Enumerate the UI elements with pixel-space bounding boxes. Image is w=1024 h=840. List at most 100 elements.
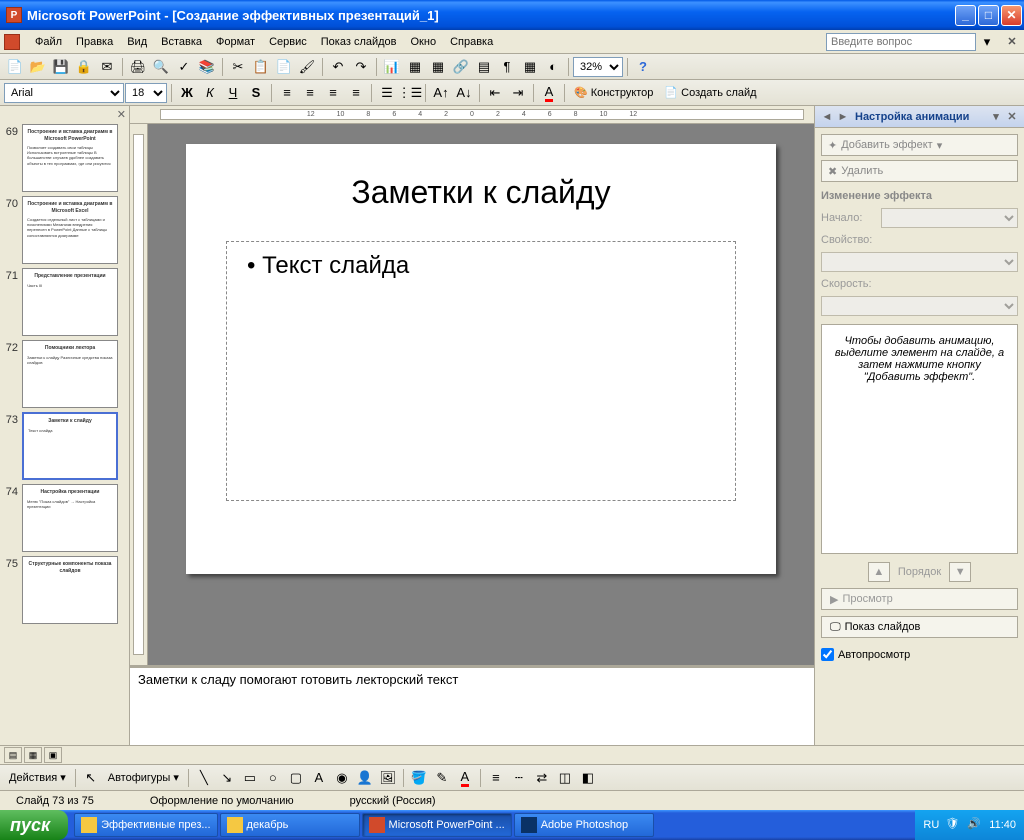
notes-pane[interactable]: Заметки к сладу помогают готовить лектор… [130, 665, 814, 745]
menu-window[interactable]: Окно [404, 34, 444, 50]
bold-button[interactable]: Ж [176, 82, 198, 104]
insert-table-button[interactable]: ▦ [404, 56, 426, 78]
speed-select[interactable] [821, 296, 1018, 316]
menu-file[interactable]: Файл [28, 34, 69, 50]
slideshow-button[interactable]: 🖵 Показ слайдов [821, 616, 1018, 638]
paste-button[interactable]: 📄 [273, 56, 295, 78]
vertical-ruler[interactable] [130, 124, 148, 665]
slide-canvas[interactable]: Заметки к слайду Текст слайда [148, 124, 814, 665]
copy-button[interactable]: 📋 [250, 56, 272, 78]
tray-clock[interactable]: 11:40 [989, 819, 1016, 831]
line-button[interactable]: ╲ [193, 767, 215, 789]
taskbar-app-button[interactable]: Эффективные през... [74, 813, 217, 837]
align-center-button[interactable]: ≡ [299, 82, 321, 104]
research-button[interactable]: 📚 [196, 56, 218, 78]
select-objects-button[interactable]: ↖ [80, 767, 102, 789]
rectangle-button[interactable]: ▭ [239, 767, 261, 789]
remove-effect-button[interactable]: ✖ Удалить [821, 160, 1018, 182]
tray-icon-1[interactable]: 🛡 [945, 817, 961, 833]
print-preview-button[interactable]: 🔍 [150, 56, 172, 78]
show-formatting-button[interactable]: ¶ [496, 56, 518, 78]
task-pane-back-button[interactable]: ◄ [819, 109, 835, 125]
help-search-input[interactable] [826, 33, 976, 51]
menu-edit[interactable]: Правка [69, 34, 120, 50]
slideshow-view-button[interactable]: ▣ [44, 747, 62, 763]
open-button[interactable]: 📂 [27, 56, 49, 78]
font-color-button[interactable]: A [538, 82, 560, 104]
new-button[interactable]: 📄 [4, 56, 26, 78]
new-slide-button[interactable]: 📄 Создать слайд [659, 82, 761, 104]
taskbar-app-button[interactable]: Adobe Photoshop [514, 813, 654, 837]
diagram-button[interactable]: ◉ [331, 767, 353, 789]
align-right-button[interactable]: ≡ [322, 82, 344, 104]
task-pane-forward-button[interactable]: ► [835, 109, 851, 125]
redo-button[interactable]: ↷ [350, 56, 372, 78]
draw-actions-button[interactable]: Действия ▾ [4, 767, 71, 789]
3d-style-button[interactable]: ◧ [577, 767, 599, 789]
help-button[interactable]: ? [632, 56, 654, 78]
line-color-button[interactable]: ✎ [431, 767, 453, 789]
expand-all-button[interactable]: ▤ [473, 56, 495, 78]
language-bar[interactable]: RU [923, 819, 939, 831]
insert-chart-button[interactable]: 📊 [381, 56, 403, 78]
dash-style-button[interactable]: ┄ [508, 767, 530, 789]
permission-button[interactable]: 🔒 [73, 56, 95, 78]
decrease-indent-button[interactable]: ⇤ [484, 82, 506, 104]
taskbar-app-button[interactable]: Microsoft PowerPoint ... [362, 813, 512, 837]
arrow-style-button[interactable]: ⇄ [531, 767, 553, 789]
insert-hyperlink-button[interactable]: 🔗 [450, 56, 472, 78]
window-minimize-button[interactable]: _ [955, 5, 976, 26]
tables-borders-button[interactable]: ▦ [427, 56, 449, 78]
numbering-button[interactable]: ☰ [376, 82, 398, 104]
arrow-button[interactable]: ↘ [216, 767, 238, 789]
email-button[interactable]: ✉ [96, 56, 118, 78]
design-button[interactable]: 🎨 Конструктор [569, 82, 658, 104]
bullets-button[interactable]: ⋮☰ [399, 82, 421, 104]
taskbar-app-button[interactable]: декабрь [220, 813, 360, 837]
shadow-button[interactable]: S [245, 82, 267, 104]
autopreview-checkbox[interactable] [821, 648, 834, 661]
slide-sorter-view-button[interactable]: ▦ [24, 747, 42, 763]
language-indicator[interactable]: русский (Россия) [342, 795, 444, 807]
reorder-down-button[interactable]: ▼ [949, 562, 971, 582]
slide-thumbnail[interactable]: Заметки к слайдуТекст слайда [22, 412, 118, 480]
reorder-up-button[interactable]: ▲ [868, 562, 890, 582]
slide-thumbnail[interactable]: Построение и вставка диаграмм в Microsof… [22, 124, 118, 192]
normal-view-button[interactable]: ▤ [4, 747, 22, 763]
menu-view[interactable]: Вид [120, 34, 154, 50]
slide-thumbnail[interactable]: Построение и вставка диаграмм в Microsof… [22, 196, 118, 264]
menu-tools[interactable]: Сервис [262, 34, 314, 50]
menu-slideshow[interactable]: Показ слайдов [314, 34, 404, 50]
increase-indent-button[interactable]: ⇥ [507, 82, 529, 104]
slide-thumbnail[interactable]: Настройка презентацииМеню "Показ слайдов… [22, 484, 118, 552]
align-justify-button[interactable]: ≡ [345, 82, 367, 104]
decrease-font-button[interactable]: A↓ [453, 82, 475, 104]
insert-picture-button[interactable]: 🖼 [377, 767, 399, 789]
thumbnails-list[interactable]: 69Построение и вставка диаграмм в Micros… [0, 122, 129, 745]
help-dropdown-button[interactable]: ▾ [976, 31, 998, 53]
line-style-button[interactable]: ≡ [485, 767, 507, 789]
window-close-button[interactable]: ✕ [1001, 5, 1022, 26]
window-maximize-button[interactable]: □ [978, 5, 999, 26]
slide-title-placeholder[interactable]: Заметки к слайду [226, 174, 736, 211]
cut-button[interactable]: ✂ [227, 56, 249, 78]
task-pane-close-button[interactable]: ✕ [1004, 109, 1020, 125]
font-color-draw-button[interactable]: A [454, 767, 476, 789]
menu-help[interactable]: Справка [443, 34, 500, 50]
clipart-button[interactable]: 👤 [354, 767, 376, 789]
oval-button[interactable]: ○ [262, 767, 284, 789]
start-select[interactable] [881, 208, 1018, 228]
fill-color-button[interactable]: 🪣 [408, 767, 430, 789]
current-slide[interactable]: Заметки к слайду Текст слайда [186, 144, 776, 574]
tray-icon-2[interactable]: 🔊 [967, 817, 983, 833]
start-button[interactable]: пуск [0, 810, 68, 840]
textbox-button[interactable]: ▢ [285, 767, 307, 789]
thumbnails-close-button[interactable]: ✕ [117, 108, 126, 121]
slide-thumbnail[interactable]: Помощники лектораЗаметки к слайду Различ… [22, 340, 118, 408]
font-size-select[interactable]: 18 [125, 83, 167, 103]
undo-button[interactable]: ↶ [327, 56, 349, 78]
task-pane-dropdown-button[interactable]: ▾ [988, 109, 1004, 125]
mdi-close-button[interactable]: ✕ [1004, 34, 1020, 50]
slide-thumbnail[interactable]: Структурные компоненты показа слайдов [22, 556, 118, 624]
spelling-button[interactable]: ✓ [173, 56, 195, 78]
